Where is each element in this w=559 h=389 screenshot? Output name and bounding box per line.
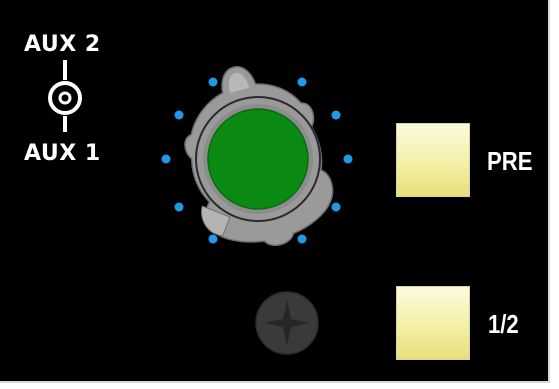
pre-button[interactable]	[396, 123, 470, 197]
aux-level-knob[interactable]	[150, 62, 365, 257]
knob-cap	[207, 108, 309, 210]
aux1-label: AUX 1	[24, 141, 101, 166]
half-button[interactable]	[396, 286, 470, 360]
pre-label: PRE	[487, 146, 533, 176]
channel-strip-panel: AUX 2 AUX 1 PRE 1/2	[0, 0, 550, 383]
toggle-switch-icon[interactable]	[47, 60, 83, 136]
aux2-label: AUX 2	[24, 32, 101, 57]
phillips-screw-icon	[255, 291, 319, 355]
half-label: 1/2	[488, 309, 519, 339]
